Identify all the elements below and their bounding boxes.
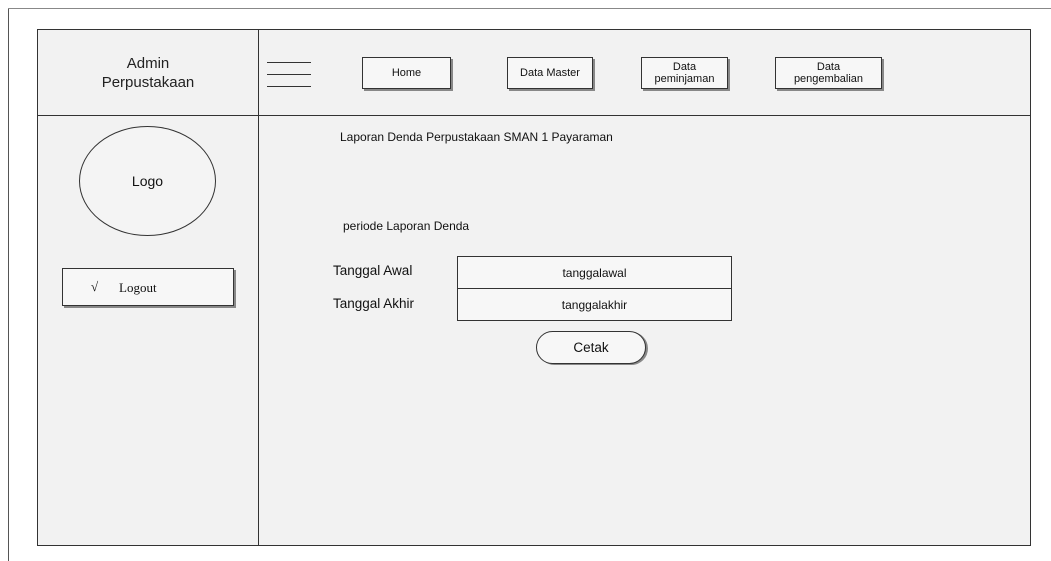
nav-data-pengembalian-button[interactable]: Data pengembalian: [775, 57, 882, 89]
nav-data-master-button[interactable]: Data Master: [507, 57, 593, 89]
end-date-value: tanggalakhir: [561, 297, 628, 312]
nav-home-button[interactable]: Home: [362, 57, 451, 89]
start-date-field[interactable]: tanggalawal: [457, 256, 732, 289]
nav-pengembalian-line-1: Data: [816, 61, 841, 73]
brand-header: Admin Perpustakaan: [38, 30, 259, 116]
hamburger-menu-icon[interactable]: [267, 62, 311, 88]
outer-border-left: [8, 8, 9, 561]
nav-home-label: Home: [391, 67, 422, 79]
report-title: Laporan Denda Perpustakaan SMAN 1 Payara…: [340, 130, 613, 144]
sidebar: Logo √ Logout: [38, 116, 259, 545]
logo-placeholder: Logo: [79, 126, 216, 236]
top-navigation: Home Data Master Data peminjaman Data pe…: [259, 30, 1030, 116]
logout-label: Logout: [119, 280, 157, 295]
checkmark-icon: √: [91, 279, 99, 294]
start-date-label: Tanggal Awal: [333, 263, 413, 278]
print-button-label: Cetak: [573, 340, 609, 355]
nav-peminjaman-line-2: peminjaman: [654, 73, 715, 85]
logout-button[interactable]: √ Logout: [62, 268, 234, 306]
end-date-label: Tanggal Akhir: [333, 296, 415, 311]
main-content: Laporan Denda Perpustakaan SMAN 1 Payara…: [259, 116, 1030, 545]
nav-data-peminjaman-button[interactable]: Data peminjaman: [641, 57, 728, 89]
outer-border-top: [8, 8, 1051, 9]
app-frame: Admin Perpustakaan Home Data Master Data…: [37, 29, 1031, 546]
brand-line-2: Perpustakaan: [101, 73, 195, 91]
brand-line-1: Admin: [126, 54, 170, 72]
period-label: periode Laporan Denda: [343, 219, 470, 233]
nav-pengembalian-line-2: pengembalian: [793, 73, 864, 85]
start-date-value: tanggalawal: [562, 265, 627, 280]
end-date-field[interactable]: tanggalakhir: [457, 288, 732, 321]
nav-data-master-label: Data Master: [520, 67, 580, 79]
nav-peminjaman-line-1: Data: [672, 61, 697, 73]
logo-label: Logo: [131, 173, 164, 189]
print-button[interactable]: Cetak: [536, 331, 646, 364]
